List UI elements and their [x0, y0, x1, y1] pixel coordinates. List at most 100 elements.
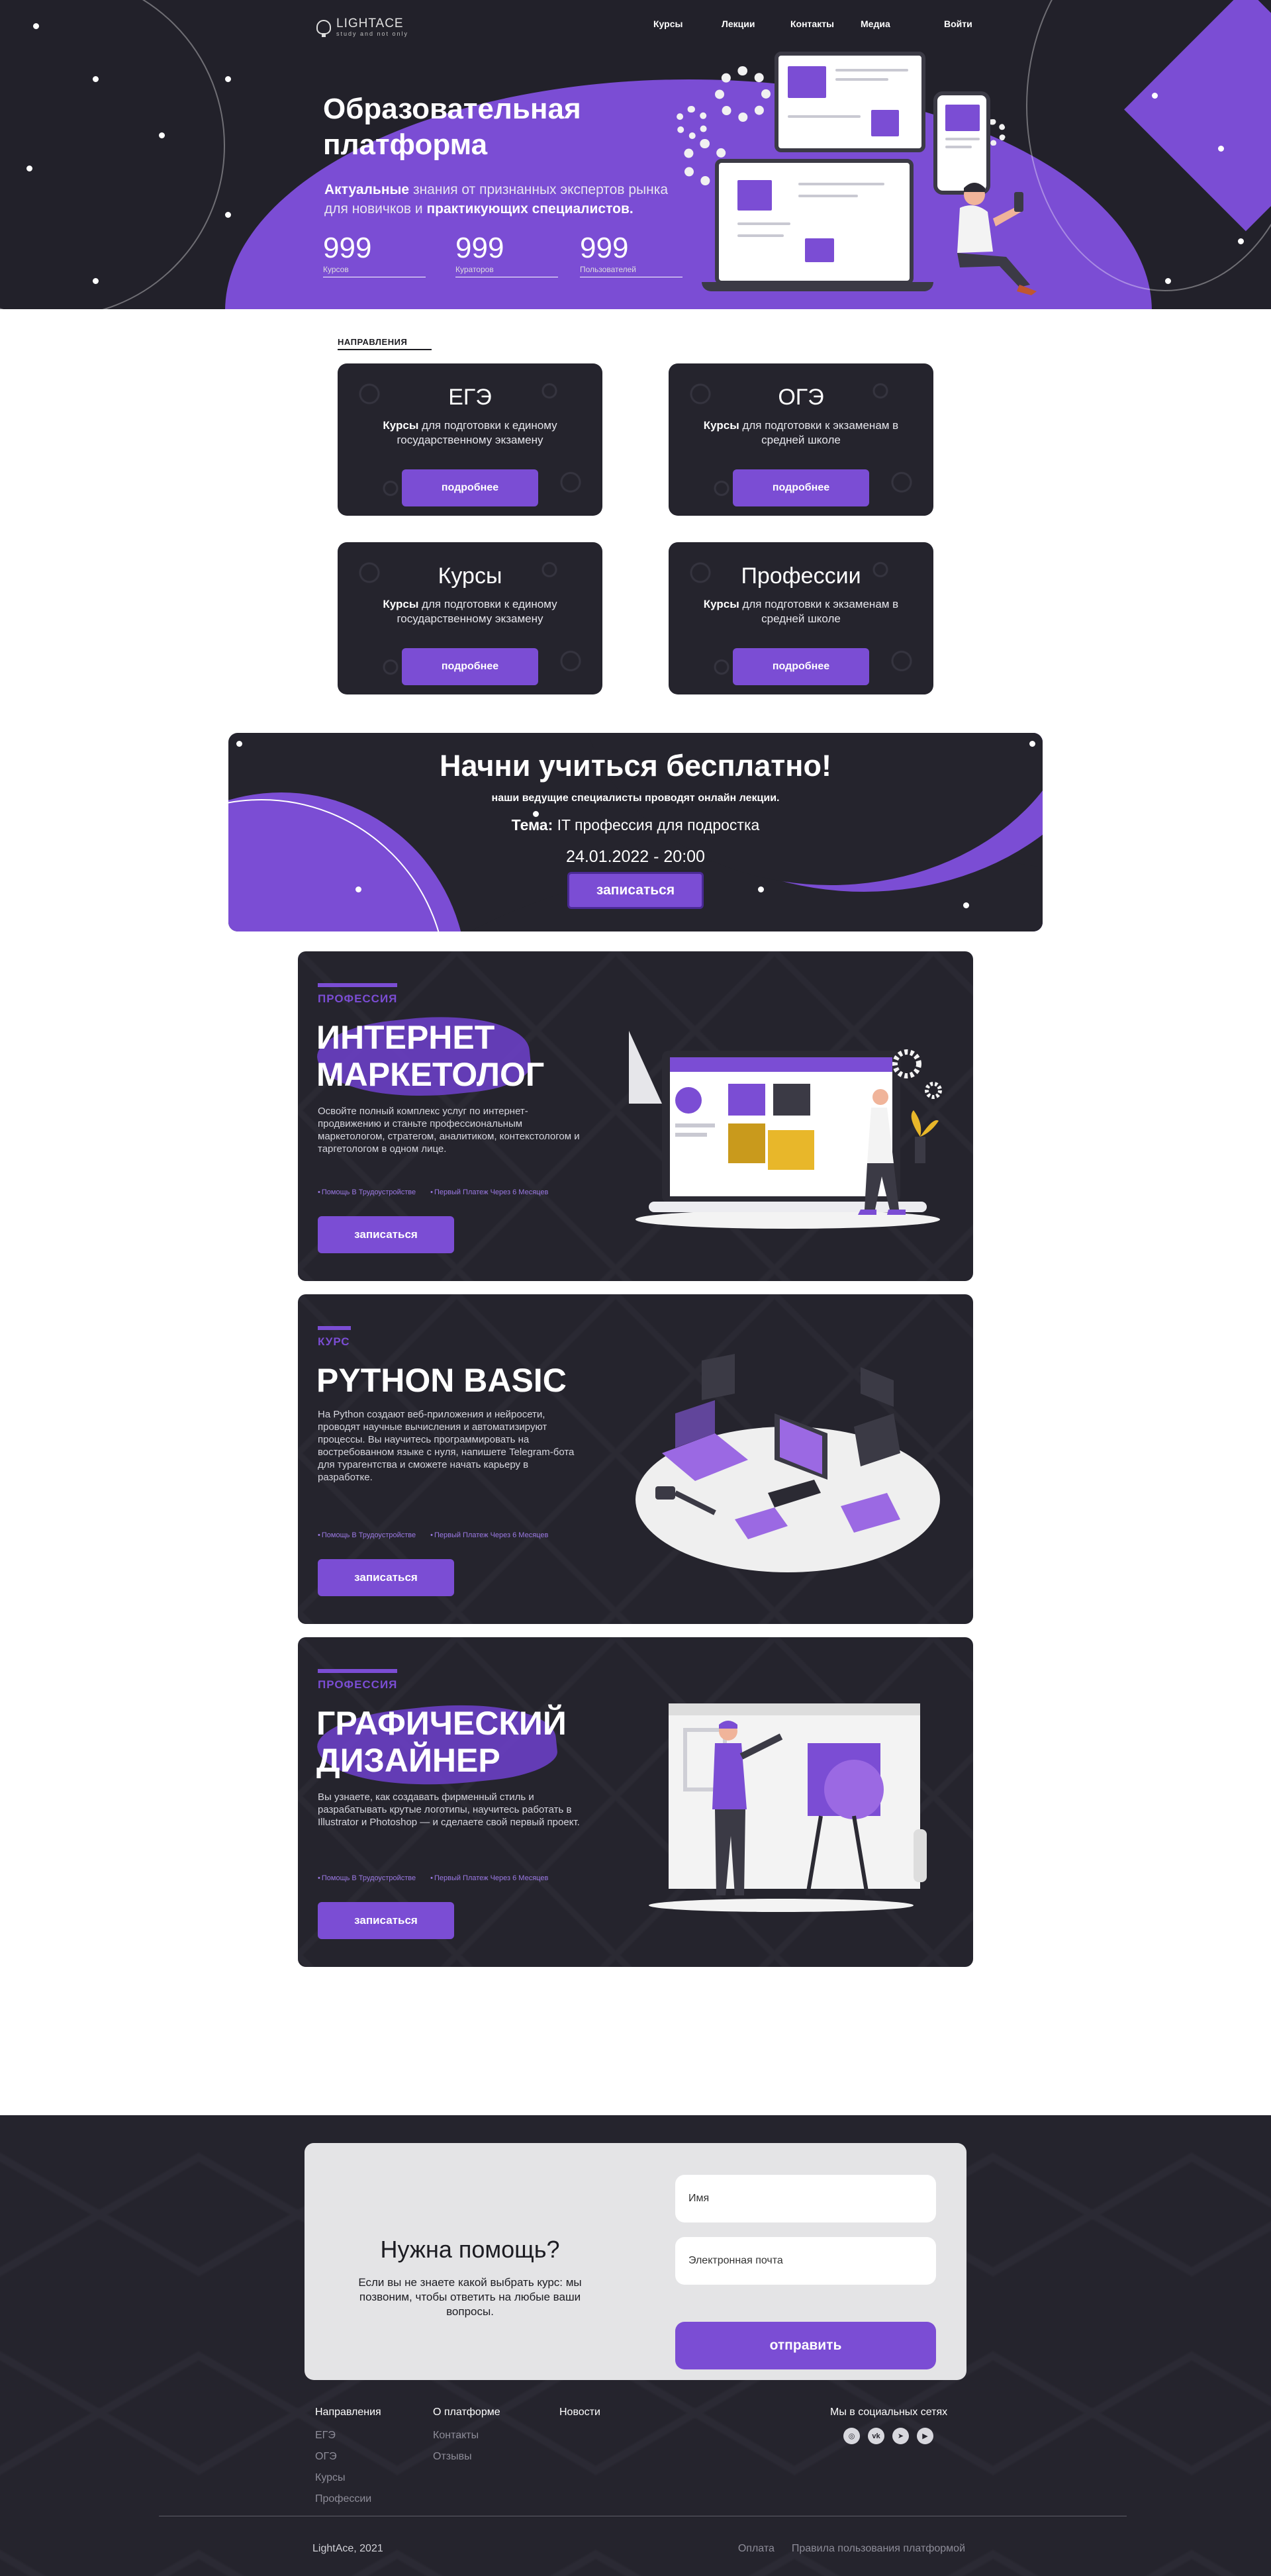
- more-button[interactable]: подробнее: [402, 648, 538, 685]
- hero-dot: [225, 76, 231, 82]
- vk-icon[interactable]: vk: [868, 2428, 884, 2444]
- footer-link-professions[interactable]: Профессии: [315, 2489, 381, 2510]
- signup-button[interactable]: записаться: [318, 1216, 454, 1253]
- perk-item: Первый Платеж Через 6 Месяцев: [430, 1188, 548, 1196]
- more-button[interactable]: подробнее: [402, 469, 538, 506]
- instagram-icon[interactable]: ◎: [843, 2428, 860, 2444]
- submit-button[interactable]: отправить: [675, 2322, 936, 2369]
- top-nav: LIGHTACE study and not only Курсы Лекции…: [0, 0, 1271, 46]
- course-tag: ПРОФЕССИЯ: [318, 992, 398, 1005]
- perk-item: Помощь В Трудоустройстве: [318, 1531, 416, 1539]
- nav-contacts[interactable]: Контакты: [790, 19, 834, 29]
- lightbulb-icon: [316, 20, 331, 37]
- course-tag: ПРОФЕССИЯ: [318, 1678, 398, 1691]
- direction-desc-text: для подготовки к экзаменам в средней шко…: [739, 419, 899, 446]
- more-button[interactable]: подробнее: [733, 648, 869, 685]
- nav-media[interactable]: Медиа: [861, 19, 890, 29]
- hero-subtitle-bold: Актуальные: [324, 182, 410, 197]
- lecture-theme-label: Тема:: [511, 816, 553, 834]
- footer-link-courses[interactable]: Курсы: [315, 2467, 381, 2489]
- youtube-icon[interactable]: ▶: [917, 2428, 933, 2444]
- footer-col-directions: Направления ЕГЭ ОГЭ Курсы Профессии: [315, 2407, 381, 2510]
- direction-card-oge[interactable]: ОГЭ Курсы для подготовки к экзаменам в с…: [669, 363, 933, 516]
- stat-value: 999: [323, 232, 372, 264]
- more-button[interactable]: подробнее: [733, 469, 869, 506]
- hero-dot: [1165, 278, 1171, 284]
- hero-dot: [1152, 93, 1158, 99]
- course-perks: Помощь В Трудоустройстве Первый Платеж Ч…: [318, 1531, 548, 1539]
- gear-icon: [715, 66, 771, 122]
- footer-link-ege[interactable]: ЕГЭ: [315, 2425, 381, 2446]
- course-title: PYTHON BASIC: [316, 1362, 567, 1399]
- banner-title: Начни учиться бесплатно!: [440, 749, 831, 783]
- direction-card-ege[interactable]: ЕГЭ Курсы для подготовки к единому госуд…: [338, 363, 602, 516]
- direction-desc-text: для подготовки к экзаменам в средней шко…: [739, 598, 899, 625]
- help-form-card: Нужна помощь? Если вы не знаете какой вы…: [305, 2143, 966, 2380]
- stat-value: 999: [455, 232, 504, 264]
- direction-desc-text: для подготовки к единому государственном…: [397, 598, 557, 625]
- hero-dot: [93, 278, 99, 284]
- lecture-theme: Тема: IT профессия для подростка: [228, 816, 1043, 834]
- footer-col-news: Новости: [559, 2407, 600, 2425]
- perk-item: Помощь В Трудоустройстве: [318, 1874, 416, 1882]
- telegram-icon[interactable]: ➤: [892, 2428, 909, 2444]
- tag-bar: [318, 983, 397, 987]
- hero-dot: [26, 166, 32, 171]
- direction-desc: Курсы для подготовки к единому государст…: [371, 418, 569, 448]
- footer-news-link[interactable]: Новости: [559, 2407, 600, 2418]
- signup-lecture-button[interactable]: записаться: [567, 872, 704, 909]
- laptop-illustration: [715, 159, 914, 285]
- tablet-illustration: [775, 52, 925, 152]
- hero-section: LIGHTACE study and not only Курсы Лекции…: [0, 0, 1271, 309]
- direction-desc: Курсы для подготовки к единому государст…: [371, 597, 569, 626]
- footer-link-contacts[interactable]: Контакты: [433, 2425, 500, 2446]
- free-lecture-section: Начни учиться бесплатно! наши ведущие сп…: [0, 733, 1271, 951]
- nav-lectures[interactable]: Лекции: [722, 19, 755, 29]
- payment-link[interactable]: Оплата: [738, 2543, 775, 2555]
- course-desc: Освойте полный комплекс услуг по интерне…: [318, 1106, 580, 1155]
- footer-col-platform: О платформе Контакты Отзывы: [433, 2407, 500, 2467]
- course-card-design: ПРОФЕССИЯ ГРАФИЧЕСКИЙ ДИЗАЙНЕР Вы узнает…: [298, 1637, 973, 1967]
- lecture-theme-text: IT профессия для подростка: [553, 816, 760, 834]
- logo[interactable]: LIGHTACE study and not only: [316, 17, 408, 37]
- social-title: Мы в социальных сетях: [830, 2407, 948, 2418]
- directions-section: НАПРАВЛЕНИЯ ЕГЭ Курсы для подготовки к е…: [0, 309, 1271, 733]
- signup-button[interactable]: записаться: [318, 1559, 454, 1596]
- direction-desc: Курсы для подготовки к экзаменам в средн…: [702, 418, 900, 448]
- stat-curators: 999 Кураторов: [455, 233, 558, 277]
- perk-item: Первый Платеж Через 6 Месяцев: [430, 1874, 548, 1882]
- hero-subtitle-bold-2: практикующих специалистов.: [426, 201, 634, 216]
- footer-col-title: Направления: [315, 2407, 381, 2418]
- direction-desc-bold: Курсы: [703, 598, 739, 610]
- help-title: Нужна помощь?: [380, 2236, 560, 2263]
- terms-link[interactable]: Правила пользования платформой: [792, 2543, 965, 2555]
- direction-desc-bold: Курсы: [383, 419, 419, 432]
- signup-button[interactable]: записаться: [318, 1902, 454, 1939]
- footer-link-reviews[interactable]: Отзывы: [433, 2446, 500, 2467]
- designer-illustration: [649, 1703, 927, 1912]
- direction-card-professions[interactable]: Профессии Курсы для подготовки к экзамен…: [669, 542, 933, 694]
- direction-desc-bold: Курсы: [703, 419, 739, 432]
- name-input[interactable]: [675, 2175, 936, 2222]
- hero-dot: [1238, 238, 1244, 244]
- banner-subtitle: наши ведущие специалисты проводят онлайн…: [491, 792, 780, 804]
- laptop-base: [702, 282, 933, 291]
- perk-item: Помощь В Трудоустройстве: [318, 1188, 416, 1196]
- social-block: Мы в социальных сетях ◎ vk ➤ ▶: [830, 2407, 947, 2444]
- direction-card-courses[interactable]: Курсы Курсы для подготовки к единому гос…: [338, 542, 602, 694]
- copyright: LightAce, 2021: [312, 2543, 383, 2554]
- email-input[interactable]: [675, 2237, 936, 2285]
- direction-title: ОГЭ: [778, 385, 824, 410]
- direction-title: Курсы: [438, 563, 502, 589]
- stat-label: Курсов: [323, 265, 349, 274]
- banner-dot: [236, 741, 242, 747]
- footer-link-oge[interactable]: ОГЭ: [315, 2446, 381, 2467]
- login-link[interactable]: Войти: [944, 19, 972, 29]
- footer: Нужна помощь? Если вы не знаете какой вы…: [0, 2115, 1271, 2576]
- logo-tagline: study and not only: [336, 30, 409, 37]
- nav-courses[interactable]: Курсы: [653, 19, 683, 29]
- hero-dot: [159, 132, 165, 138]
- lecture-date: 24.01.2022 - 20:00: [566, 847, 705, 866]
- stat-label: Кураторов: [455, 265, 494, 274]
- direction-title: ЕГЭ: [448, 385, 492, 410]
